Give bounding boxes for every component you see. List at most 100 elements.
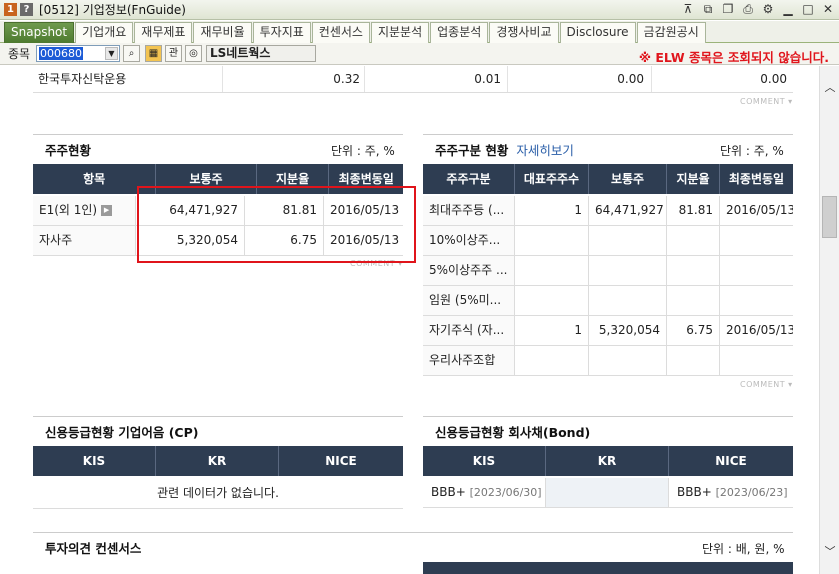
- nice-grade-cell: BBB+ [2023/06/23]: [669, 478, 793, 507]
- gear-icon[interactable]: ⚙: [761, 2, 775, 16]
- elw-warning-text: ※ ELW 종목은 조회되지 않습니다.: [638, 50, 829, 65]
- date-cell: [720, 346, 793, 375]
- tab-disclosure[interactable]: Disclosure: [559, 22, 636, 43]
- tab-consensus[interactable]: 컨센서스: [311, 22, 370, 43]
- comment-button[interactable]: COMMENT ▾: [740, 97, 793, 106]
- tab-industry-analysis[interactable]: 업종분석: [430, 22, 489, 43]
- holder-types-unit: 단위 : 주, %: [720, 144, 784, 158]
- credit-cp-table-header: KIS KR NICE: [33, 446, 403, 476]
- holder-type-cell: 임원 (5%미...: [423, 286, 515, 315]
- ratio-cell: 6.75: [667, 316, 720, 345]
- date-cell: [720, 226, 793, 255]
- chevron-down-icon[interactable]: ▼: [105, 47, 118, 60]
- shares-cell: [589, 226, 667, 255]
- date-cell: 2016/05/13: [726, 323, 793, 337]
- stock-name-field: LS네트웍스: [206, 45, 316, 62]
- column-header: 대표주주수: [515, 164, 589, 194]
- help-icon[interactable]: ?: [20, 3, 33, 16]
- credit-cp-title: 신용등급현황 기업어음 (CP): [33, 416, 403, 446]
- ratio-cell: [667, 226, 720, 255]
- stock-code-input[interactable]: 000680 ▼: [36, 45, 120, 62]
- ratio-cell: 81.81: [667, 196, 720, 225]
- tab-financial-ratios[interactable]: 재무비율: [193, 22, 252, 43]
- date-cell: [720, 286, 793, 315]
- table-row: 자기주식 (자... 1 5,320,054 6.75 2016/05/13: [423, 316, 793, 346]
- tab-peer-comparison[interactable]: 경쟁사비교: [489, 22, 559, 43]
- watchlist-button[interactable]: 관: [165, 45, 182, 62]
- shareholders-title-text: 주주현황: [45, 143, 92, 158]
- consensus-title: 투자의견 컨센서스: [33, 532, 793, 562]
- row-label: 자사주: [33, 226, 136, 255]
- top-row-value: 0.00: [760, 72, 787, 86]
- tab-snapshot[interactable]: Snapshot: [4, 22, 75, 43]
- consensus-title-text: 투자의견 컨센서스: [45, 541, 142, 556]
- copy-icon[interactable]: ❐: [721, 2, 735, 16]
- comment-label: COMMENT: [740, 97, 786, 106]
- print-icon[interactable]: ⎙: [741, 2, 755, 16]
- tab-company-overview[interactable]: 기업개요: [75, 22, 134, 43]
- consensus-unit: 단위 : 배, 원, %: [702, 542, 785, 556]
- tab-ownership-analysis[interactable]: 지분분석: [370, 22, 430, 43]
- minimize-icon[interactable]: ▁: [781, 2, 795, 16]
- shareholders-unit: 단위 : 주, %: [331, 144, 395, 158]
- search-icon[interactable]: ⌕: [123, 45, 140, 62]
- top-row-value: 0.00: [617, 72, 644, 86]
- kr-grade-cell: [546, 478, 669, 507]
- expand-icon[interactable]: ▶: [101, 205, 113, 216]
- credit-cp-title-text: 신용등급현황 기업어음 (CP): [45, 425, 199, 440]
- count-cell: [515, 346, 589, 375]
- scroll-down-icon[interactable]: ﹀: [824, 546, 836, 558]
- coin-icon[interactable]: ◎: [185, 45, 202, 62]
- grade-date: [2023/06/23]: [715, 486, 788, 499]
- calendar-icon[interactable]: ▦: [145, 45, 162, 62]
- holder-name: E1(외 1인): [39, 203, 98, 217]
- scroll-up-icon[interactable]: ︿: [824, 82, 836, 94]
- column-header: 최종변동일: [728, 172, 785, 186]
- tab-bar: Snapshot 기업개요 재무제표 재무비율 투자지표 컨센서스 지분분석 업…: [0, 21, 839, 43]
- stock-code-value: 000680: [39, 47, 83, 60]
- tab-investment-indicators[interactable]: 투자지표: [252, 22, 311, 43]
- table-row: 우리사주조합: [423, 346, 793, 376]
- vertical-scrollbar[interactable]: ︿ ﹀: [819, 66, 839, 574]
- no-data-message: 관련 데이터가 없습니다.: [157, 486, 279, 500]
- pin-icon[interactable]: ⊼: [681, 2, 695, 16]
- top-row-name: 한국투자신탁운용: [38, 72, 127, 86]
- column-header: KIS: [33, 446, 156, 476]
- grade-value: BBB+: [677, 485, 712, 499]
- table-row: 5%이상주주 ...: [423, 256, 793, 286]
- count-cell: 1: [515, 196, 589, 225]
- divider: [33, 508, 403, 509]
- close-icon[interactable]: ✕: [821, 2, 835, 16]
- shares-cell: [589, 286, 667, 315]
- count-cell: [515, 256, 589, 285]
- holder-type-cell: 최대주주등 (...: [423, 196, 515, 225]
- tab-financial-statements[interactable]: 재무제표: [134, 22, 193, 43]
- scrollbar-thumb[interactable]: [822, 196, 837, 238]
- holder-type-cell: 자기주식 (자...: [423, 316, 515, 345]
- kis-grade-cell: BBB+ [2023/06/30]: [423, 478, 546, 507]
- more-details-link[interactable]: 자세히보기: [516, 140, 574, 159]
- row-label: E1(외 1인) ▶: [33, 196, 136, 225]
- shares-cell: [589, 256, 667, 285]
- column-header: KR: [546, 446, 669, 476]
- credit-bond-title-text: 신용등급현황 회사채(Bond): [435, 425, 591, 440]
- divider: [33, 92, 793, 93]
- link-icon[interactable]: ⧉: [701, 2, 715, 16]
- consensus-table-header: [423, 562, 793, 574]
- count-cell: 1: [515, 316, 589, 345]
- column-header: NICE: [325, 454, 357, 468]
- holder-types-title-text: 주주구분 현황: [435, 143, 509, 158]
- maximize-icon[interactable]: □: [801, 2, 815, 16]
- window-title: [0512] 기업정보(FnGuide): [39, 3, 186, 17]
- stock-label: 종목: [8, 47, 31, 61]
- comment-button[interactable]: COMMENT ▾: [740, 380, 793, 389]
- ratio-cell: [667, 256, 720, 285]
- column-header: 지분율: [667, 164, 720, 194]
- window-titlebar: 1 ? [0512] 기업정보(FnGuide) ⊼ ⧉ ❐ ⎙ ⚙ ▁ □ ✕: [0, 0, 839, 20]
- holder-type-cell: 5%이상주주 ...: [423, 256, 515, 285]
- main-content: 한국투자신탁운용 0.32 0.01 0.00 0.00 COMMENT ▾ 주…: [0, 66, 819, 574]
- holder-type-cell: 우리사주조합: [423, 346, 515, 375]
- tab-fss-disclosure[interactable]: 금감원공시: [636, 22, 706, 43]
- top-row-value: 0.32: [333, 72, 360, 86]
- date-cell: [720, 256, 793, 285]
